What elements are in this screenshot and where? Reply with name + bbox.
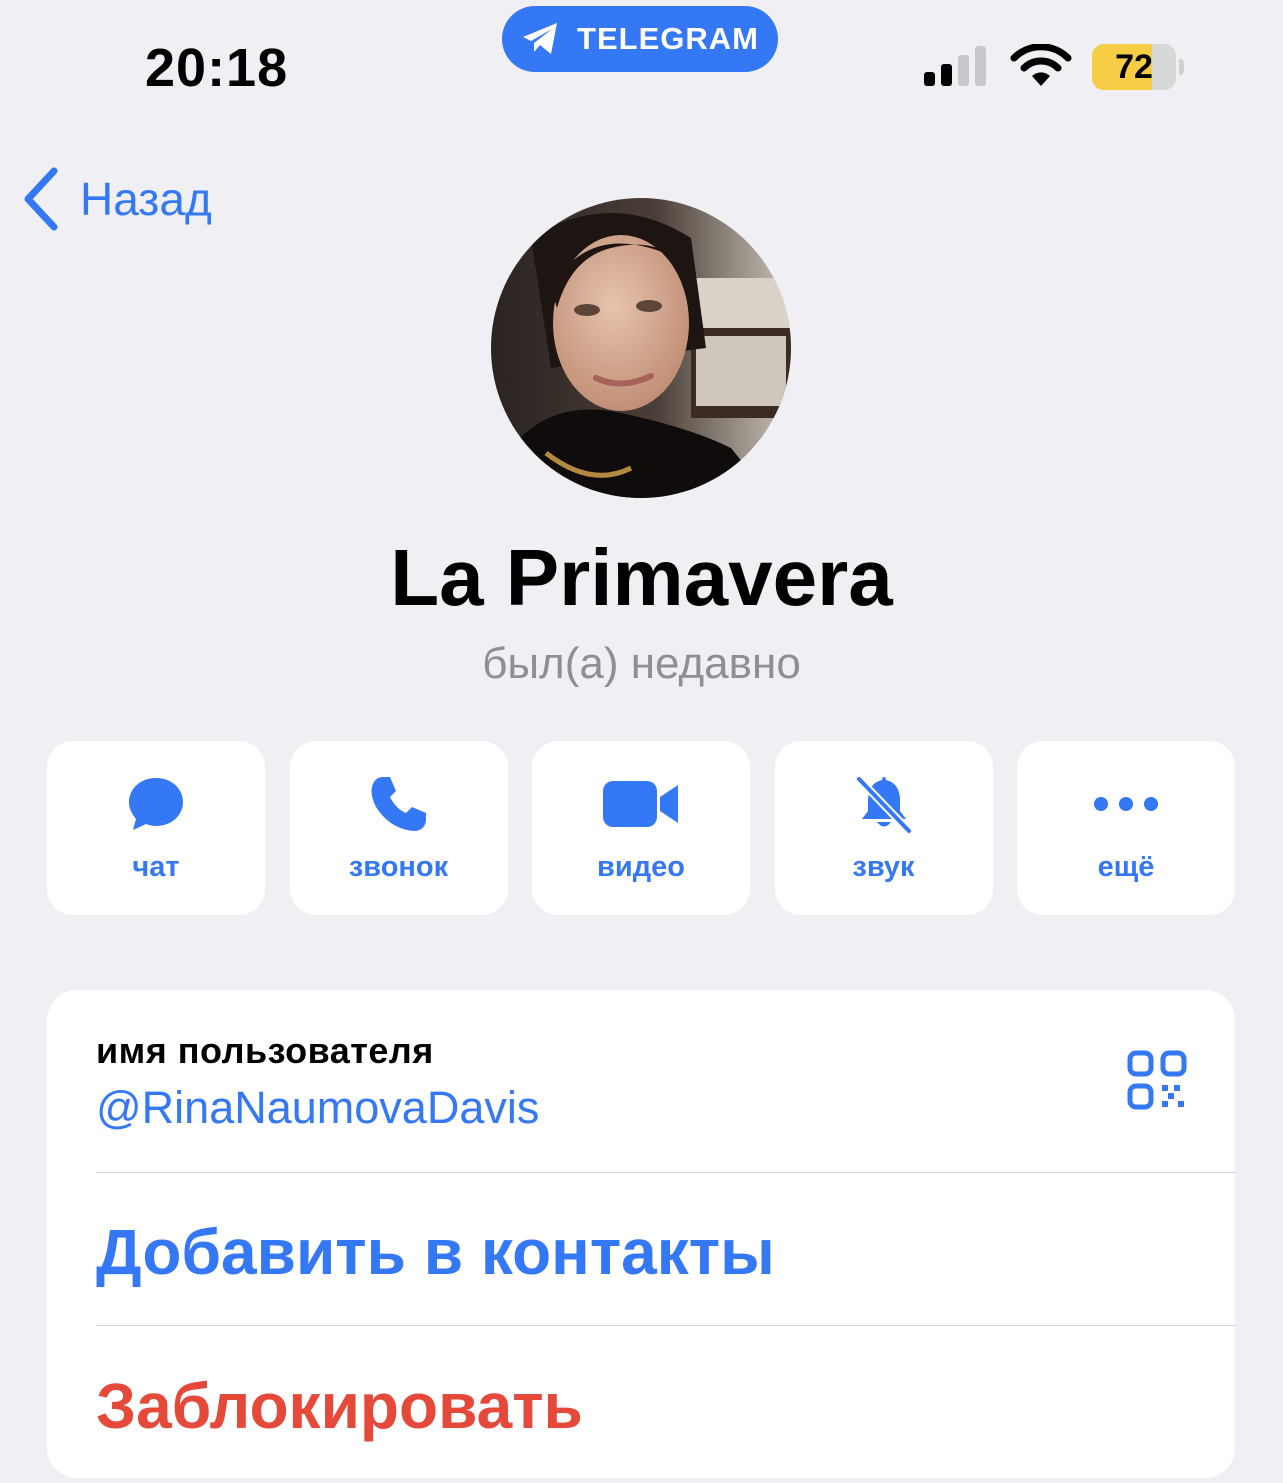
wifi-icon — [1010, 44, 1072, 86]
add-to-contacts-button[interactable]: Добавить в контакты — [96, 1212, 775, 1292]
separator — [96, 1172, 1235, 1173]
more-button-label: ещё — [1097, 851, 1155, 883]
sound-button-label: звук — [852, 851, 915, 883]
action-buttons-row: чат звонок видео звук ещё — [47, 741, 1235, 915]
call-button[interactable]: звонок — [289, 741, 508, 915]
telegram-plane-icon — [523, 23, 558, 54]
battery-indicator: 72 — [1092, 44, 1186, 90]
bell-slash-icon — [854, 775, 913, 835]
separator — [96, 1325, 1235, 1326]
phone-icon — [371, 777, 426, 831]
last-seen-status: был(а) недавно — [482, 639, 801, 688]
profile-name: La Primavera — [390, 533, 893, 622]
username-value[interactable]: @RinaNaumovaDavis — [96, 1082, 539, 1134]
info-card: имя пользователя @RinaNaumovaDavis Добав… — [47, 990, 1235, 1478]
username-label: имя пользователя — [96, 1030, 434, 1071]
telegram-pill-label: TELEGRAM — [577, 21, 759, 56]
more-dots-icon — [1094, 797, 1158, 811]
chat-button[interactable]: чат — [47, 741, 265, 915]
avatar[interactable] — [491, 198, 791, 498]
status-time: 20:18 — [145, 38, 289, 98]
qr-code-icon[interactable] — [1127, 1050, 1187, 1110]
more-button[interactable]: ещё — [1017, 741, 1235, 915]
battery-level: 72 — [1115, 48, 1153, 86]
telegram-pill[interactable]: TELEGRAM — [502, 6, 778, 72]
chat-button-label: чат — [132, 851, 180, 883]
sound-button[interactable]: звук — [774, 741, 993, 915]
chat-bubble-icon — [129, 778, 183, 830]
video-camera-icon — [603, 781, 678, 827]
call-button-label: звонок — [348, 851, 449, 883]
block-user-button[interactable]: Заблокировать — [96, 1366, 583, 1446]
profile-photo — [491, 198, 791, 498]
back-label: Назад — [80, 173, 212, 225]
signal-strength-icon — [924, 46, 986, 86]
video-button[interactable]: видео — [532, 741, 750, 915]
chevron-left-icon — [24, 167, 58, 231]
back-button[interactable]: Назад — [20, 166, 212, 232]
video-button-label: видео — [597, 851, 685, 883]
